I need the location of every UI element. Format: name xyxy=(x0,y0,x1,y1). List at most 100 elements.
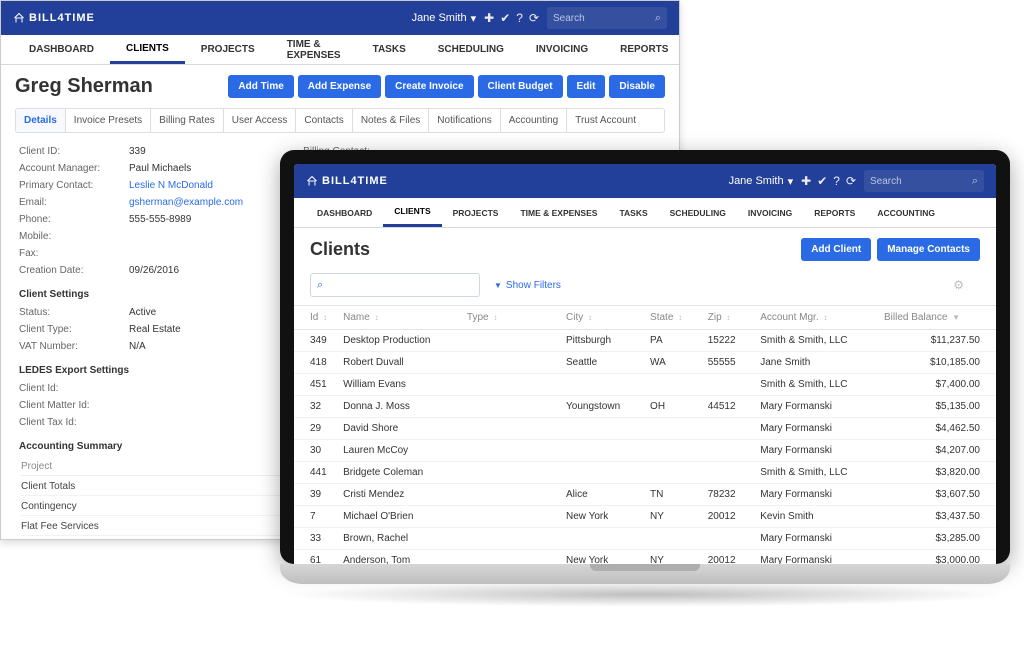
cell xyxy=(459,396,558,418)
col-id[interactable]: Id ↕ xyxy=(294,306,335,330)
cell: NY xyxy=(642,550,700,565)
global-search[interactable]: ⌕ xyxy=(864,170,984,192)
nav-accounting[interactable]: ACCOUNTING xyxy=(866,198,946,227)
client-budget-button[interactable]: Client Budget xyxy=(478,75,563,98)
search-icon: ⌕ xyxy=(655,12,661,25)
subtab-notes-files[interactable]: Notes & Files xyxy=(353,109,429,132)
history-icon[interactable]: ⟳ xyxy=(846,174,856,188)
kv-value: Active xyxy=(129,307,156,318)
nav-time-expenses[interactable]: TIME & EXPENSES xyxy=(271,35,357,64)
manage-contacts-button[interactable]: Manage Contacts xyxy=(877,238,980,261)
topbar-front: BILL4TIME Jane Smith ▾ ✚ ✔ ? ⟳ ⌕ xyxy=(294,164,996,198)
client-row[interactable]: 30Lauren McCoyMary Formanski$4,207.00 xyxy=(294,440,996,462)
cell xyxy=(558,418,642,440)
check-icon[interactable]: ✔ xyxy=(500,11,510,25)
info-row: Email:gsherman@example.com xyxy=(19,194,243,211)
client-row[interactable]: 39Cristi MendezAliceTN78232Mary Formansk… xyxy=(294,484,996,506)
global-search[interactable]: ⌕ xyxy=(547,7,667,29)
client-name-heading: Greg Sherman xyxy=(15,75,153,98)
subtab-details[interactable]: Details xyxy=(16,109,66,132)
client-search[interactable]: ⌕ xyxy=(310,273,480,297)
nav-clients[interactable]: CLIENTS xyxy=(110,35,185,64)
nav-time-expenses[interactable]: TIME & EXPENSES xyxy=(509,198,608,227)
subtab-trust-account[interactable]: Trust Account xyxy=(567,109,644,132)
subtab-billing-rates[interactable]: Billing Rates xyxy=(151,109,224,132)
col-zip[interactable]: Zip ↕ xyxy=(700,306,753,330)
show-filters-link[interactable]: ▼ Show Filters xyxy=(494,280,561,291)
col-name[interactable]: Name ↕ xyxy=(335,306,459,330)
subtab-invoice-presets[interactable]: Invoice Presets xyxy=(66,109,151,132)
cell: $7,400.00 xyxy=(876,374,996,396)
info-row: Client ID:339 xyxy=(19,143,243,160)
clients-table: Id ↕Name ↕Type ↕City ↕State ↕Zip ↕Accoun… xyxy=(294,305,996,564)
add-time-button[interactable]: Add Time xyxy=(228,75,293,98)
history-icon[interactable]: ⟳ xyxy=(529,11,539,25)
col-account-mgr-[interactable]: Account Mgr. ↕ xyxy=(752,306,876,330)
edit-button[interactable]: Edit xyxy=(567,75,606,98)
client-row[interactable]: 451William EvansSmith & Smith, LLC$7,400… xyxy=(294,374,996,396)
nav-scheduling[interactable]: SCHEDULING xyxy=(422,35,520,64)
cell: 20012 xyxy=(700,550,753,565)
client-row[interactable]: 33Brown, RachelMary Formanski$3,285.00 xyxy=(294,528,996,550)
grid-settings-icon[interactable]: ⚙ xyxy=(953,278,980,292)
cell xyxy=(642,374,700,396)
cell xyxy=(642,418,700,440)
nav-tasks[interactable]: TASKS xyxy=(608,198,658,227)
show-filters-label: Show Filters xyxy=(506,280,561,291)
nav-projects[interactable]: PROJECTS xyxy=(442,198,510,227)
global-search-input[interactable] xyxy=(553,13,655,24)
nav-invoicing[interactable]: INVOICING xyxy=(737,198,803,227)
nav-clients[interactable]: CLIENTS xyxy=(383,198,441,227)
create-invoice-button[interactable]: Create Invoice xyxy=(385,75,473,98)
page-header: Greg Sherman Add TimeAdd ExpenseCreate I… xyxy=(1,65,679,108)
nav-tasks[interactable]: TASKS xyxy=(357,35,422,64)
client-row[interactable]: 29David ShoreMary Formanski$4,462.50 xyxy=(294,418,996,440)
user-menu[interactable]: Jane Smith ▾ xyxy=(729,175,794,188)
subtab-accounting[interactable]: Accounting xyxy=(501,109,567,132)
client-search-input[interactable] xyxy=(329,280,473,291)
client-row[interactable]: 61Anderson, TomNew YorkNY20012Mary Forma… xyxy=(294,550,996,565)
client-row[interactable]: 7Michael O'BrienNew YorkNY20012Kevin Smi… xyxy=(294,506,996,528)
nav-projects[interactable]: PROJECTS xyxy=(185,35,271,64)
nav-reports[interactable]: REPORTS xyxy=(803,198,866,227)
cell xyxy=(459,330,558,352)
col-type[interactable]: Type ↕ xyxy=(459,306,558,330)
help-icon[interactable]: ? xyxy=(833,174,840,188)
cell: 20012 xyxy=(700,506,753,528)
col-city[interactable]: City ↕ xyxy=(558,306,642,330)
subtab-contacts[interactable]: Contacts xyxy=(296,109,352,132)
cell: Alice xyxy=(558,484,642,506)
nav-dashboard[interactable]: DASHBOARD xyxy=(306,198,383,227)
info-key: Mobile: xyxy=(19,231,129,242)
subtab-notifications[interactable]: Notifications xyxy=(429,109,500,132)
add-expense-button[interactable]: Add Expense xyxy=(298,75,381,98)
check-icon[interactable]: ✔ xyxy=(817,174,827,188)
info-key: Client ID: xyxy=(19,146,129,157)
col-billed-balance[interactable]: Billed Balance ▼ xyxy=(876,306,996,330)
subtab-user-access[interactable]: User Access xyxy=(224,109,297,132)
add-icon[interactable]: ✚ xyxy=(801,174,811,188)
cell xyxy=(642,462,700,484)
info-key: Email: xyxy=(19,197,129,208)
user-menu[interactable]: Jane Smith ▾ xyxy=(412,12,477,25)
cell: Mary Formanski xyxy=(752,528,876,550)
add-client-button[interactable]: Add Client xyxy=(801,238,871,261)
add-icon[interactable]: ✚ xyxy=(484,11,494,25)
info-value[interactable]: Leslie N McDonald xyxy=(129,180,213,191)
laptop-frame: BILL4TIME Jane Smith ▾ ✚ ✔ ? ⟳ ⌕ xyxy=(280,150,1010,607)
global-search-input[interactable] xyxy=(870,176,972,187)
nav-scheduling[interactable]: SCHEDULING xyxy=(659,198,737,227)
disable-button[interactable]: Disable xyxy=(609,75,665,98)
nav-reports[interactable]: REPORTS xyxy=(604,35,680,64)
col-state[interactable]: State ↕ xyxy=(642,306,700,330)
help-icon[interactable]: ? xyxy=(516,11,523,25)
nav-invoicing[interactable]: INVOICING xyxy=(520,35,604,64)
client-row[interactable]: 32Donna J. MossYoungstownOH44512Mary For… xyxy=(294,396,996,418)
info-value[interactable]: gsherman@example.com xyxy=(129,197,243,208)
client-row[interactable]: 349Desktop ProductionPittsburghPA15222Sm… xyxy=(294,330,996,352)
client-row[interactable]: 418Robert DuvallSeattleWA55555Jane Smith… xyxy=(294,352,996,374)
brand-logo: BILL4TIME xyxy=(13,12,95,24)
nav-dashboard[interactable]: DASHBOARD xyxy=(13,35,110,64)
sort-icon: ↕ xyxy=(493,313,497,322)
client-row[interactable]: 441Bridgete ColemanSmith & Smith, LLC$3,… xyxy=(294,462,996,484)
